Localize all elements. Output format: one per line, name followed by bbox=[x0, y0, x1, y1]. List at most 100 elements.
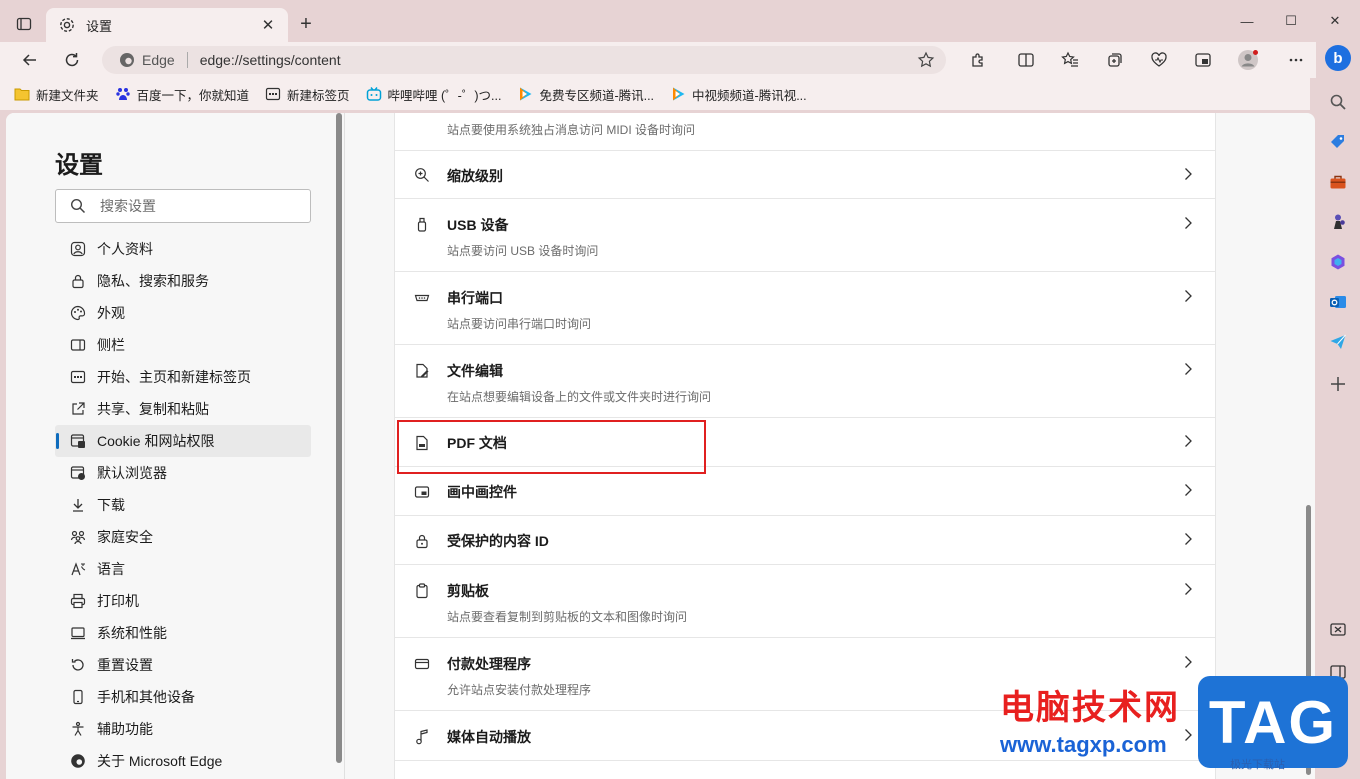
favorites-button[interactable] bbox=[1056, 46, 1084, 74]
collections-button[interactable] bbox=[1101, 46, 1129, 74]
permission-row-file-editing[interactable]: 文件编辑 在站点想要编辑设备上的文件或文件夹时进行询问 bbox=[395, 345, 1215, 418]
bookmark-item[interactable]: 中视频频道-腾讯视... bbox=[670, 85, 807, 104]
favorite-star-button[interactable] bbox=[916, 50, 936, 70]
sidebar-item-sidebar[interactable]: 侧栏 bbox=[55, 329, 311, 361]
permission-row-pip[interactable]: 画中画控件 bbox=[395, 467, 1215, 516]
sidebar-item-default-browser[interactable]: 默认浏览器 bbox=[55, 457, 311, 489]
bookmark-item[interactable]: 免费专区频道-腾讯... bbox=[517, 85, 654, 104]
permission-row-usb[interactable]: USB 设备 站点要访问 USB 设备时询问 bbox=[395, 199, 1215, 272]
permission-description: 站点要使用系统独占消息访问 MIDI 设备时询问 bbox=[447, 123, 695, 137]
bookmark-item[interactable]: 百度一下，你就知道 bbox=[115, 85, 249, 104]
minimize-button[interactable]: — bbox=[1224, 6, 1270, 36]
bookmark-item[interactable]: 哔哩哔哩 (゜-゜)つ... bbox=[366, 85, 502, 104]
sidebar-item-system[interactable]: 系统和性能 bbox=[55, 617, 311, 649]
extensions-button[interactable] bbox=[964, 46, 992, 74]
permission-title: 缩放级别 bbox=[447, 168, 503, 184]
watermark-text: 电脑技术网 bbox=[1000, 689, 1180, 727]
sidebar-drop-button[interactable] bbox=[1326, 330, 1350, 354]
ellipsis-icon bbox=[1289, 58, 1303, 62]
copilot-button[interactable]: b bbox=[1324, 44, 1352, 72]
sidebar-item-cookies[interactable]: Cookie 和网站权限 bbox=[55, 425, 311, 457]
maximize-button[interactable]: ☐ bbox=[1268, 6, 1314, 36]
screenshot-button[interactable] bbox=[1189, 46, 1217, 74]
sidebar-item-privacy[interactable]: 隐私、搜索和服务 bbox=[55, 265, 311, 297]
chevron-right-icon bbox=[1181, 728, 1195, 742]
sidebar-icon bbox=[69, 336, 87, 354]
sidebar-item-label: 语言 bbox=[97, 561, 125, 577]
sidebar-item-profiles[interactable]: 个人资料 bbox=[55, 233, 311, 265]
default-browser-icon bbox=[69, 464, 87, 482]
back-button[interactable] bbox=[16, 46, 44, 74]
permission-description: 站点要查看复制到剪贴板的文本和图像时询问 bbox=[447, 610, 688, 624]
sidebar-add-button[interactable] bbox=[1326, 372, 1350, 396]
sidebar-item-downloads[interactable]: 下载 bbox=[55, 489, 311, 521]
sidebar-outlook-button[interactable] bbox=[1326, 290, 1350, 314]
nav-scrollbar[interactable] bbox=[336, 113, 342, 763]
permission-row-midi-partial[interactable]: 站点要使用系统独占消息访问 MIDI 设备时询问 bbox=[395, 113, 1215, 151]
chevron-right-icon bbox=[1181, 483, 1195, 497]
split-screen-button[interactable] bbox=[1012, 46, 1040, 74]
permission-title: 画中画控件 bbox=[447, 484, 517, 500]
window-close-button[interactable]: ✕ bbox=[1312, 6, 1358, 36]
outlook-icon bbox=[1330, 296, 1346, 308]
accessibility-icon bbox=[69, 720, 87, 738]
sidebar-item-reset[interactable]: 重置设置 bbox=[55, 649, 311, 681]
sidebar-item-start-home[interactable]: 开始、主页和新建标签页 bbox=[55, 361, 311, 393]
permission-row-zoom[interactable]: 缩放级别 bbox=[395, 151, 1215, 199]
watermark-small-text: 极光下载站 bbox=[1230, 759, 1285, 771]
sidebar-hide-button[interactable] bbox=[1326, 618, 1350, 642]
home-page-icon bbox=[69, 368, 87, 386]
sidebar-search-button[interactable] bbox=[1326, 90, 1350, 114]
baidu-icon bbox=[115, 86, 131, 102]
refresh-button[interactable] bbox=[58, 46, 86, 74]
more-menu-button[interactable] bbox=[1282, 46, 1310, 74]
sidebar-tools-button[interactable] bbox=[1326, 170, 1350, 194]
chevron-right-icon bbox=[1181, 167, 1195, 181]
chevron-right-icon bbox=[1181, 289, 1195, 303]
bookmark-item[interactable]: 新建标签页 bbox=[265, 85, 350, 104]
url-text[interactable]: edge://settings/content bbox=[200, 52, 341, 68]
tab-actions-button[interactable] bbox=[12, 12, 36, 36]
watermark-url: www.tagxp.com bbox=[1000, 732, 1167, 757]
sidebar-item-languages[interactable]: 语言 bbox=[55, 553, 311, 585]
permission-row-serial[interactable]: 串行端口 站点要访问串行端口时询问 bbox=[395, 272, 1215, 345]
browser-essentials-button[interactable] bbox=[1145, 46, 1173, 74]
search-input[interactable]: 搜索设置 bbox=[55, 189, 311, 223]
avatar-icon bbox=[1238, 50, 1258, 70]
sidebar-item-printers[interactable]: 打印机 bbox=[55, 585, 311, 617]
sidebar-item-label: Cookie 和网站权限 bbox=[97, 433, 215, 449]
bookmark-item[interactable]: 新建文件夹 bbox=[14, 85, 99, 104]
sidebar-games-button[interactable] bbox=[1326, 210, 1350, 234]
address-bar[interactable]: Edge edge://settings/content bbox=[102, 46, 946, 74]
chevron-right-icon bbox=[1181, 216, 1195, 230]
sidebar-shopping-button[interactable] bbox=[1326, 130, 1350, 154]
permission-description: 站点要访问串行端口时询问 bbox=[447, 317, 592, 331]
sidebar-item-label: 系统和性能 bbox=[97, 625, 167, 641]
permission-row-protected-content[interactable]: 受保护的内容 ID bbox=[395, 516, 1215, 565]
chevron-right-icon bbox=[1181, 532, 1195, 546]
new-tab-button[interactable]: + bbox=[294, 12, 318, 36]
sidebar-item-about[interactable]: 关于 Microsoft Edge bbox=[55, 745, 311, 777]
protected-content-icon bbox=[413, 532, 431, 550]
picture-in-picture-icon bbox=[413, 483, 431, 501]
sidebar-item-phone[interactable]: 手机和其他设备 bbox=[55, 681, 311, 713]
sidebar-office-button[interactable] bbox=[1326, 250, 1350, 274]
serial-port-icon bbox=[413, 289, 431, 307]
payment-icon bbox=[413, 655, 431, 673]
sidebar-item-label: 外观 bbox=[97, 305, 125, 321]
sidebar-item-share[interactable]: 共享、复制和粘贴 bbox=[55, 393, 311, 425]
sidebar-item-appearance[interactable]: 外观 bbox=[55, 297, 311, 329]
profile-button[interactable] bbox=[1234, 46, 1262, 74]
watermark-tag-logo: TAG bbox=[1198, 676, 1348, 768]
permission-title: USB 设备 bbox=[447, 217, 509, 233]
tab-close-button[interactable]: ✕ bbox=[258, 15, 278, 35]
sidebar-item-accessibility[interactable]: 辅助功能 bbox=[55, 713, 311, 745]
sidebar-item-family[interactable]: 家庭安全 bbox=[55, 521, 311, 553]
bookmark-label: 哔哩哔哩 (゜-゜)つ... bbox=[387, 88, 502, 103]
favorites-icon bbox=[1061, 51, 1078, 67]
sidebar-item-label: 隐私、搜索和服务 bbox=[97, 273, 209, 289]
lock-icon bbox=[69, 272, 87, 290]
tab-settings[interactable]: 设置 ✕ bbox=[46, 8, 288, 42]
permission-row-clipboard[interactable]: 剪贴板 站点要查看复制到剪贴板的文本和图像时询问 bbox=[395, 565, 1215, 638]
permission-title: 串行端口 bbox=[447, 290, 503, 306]
